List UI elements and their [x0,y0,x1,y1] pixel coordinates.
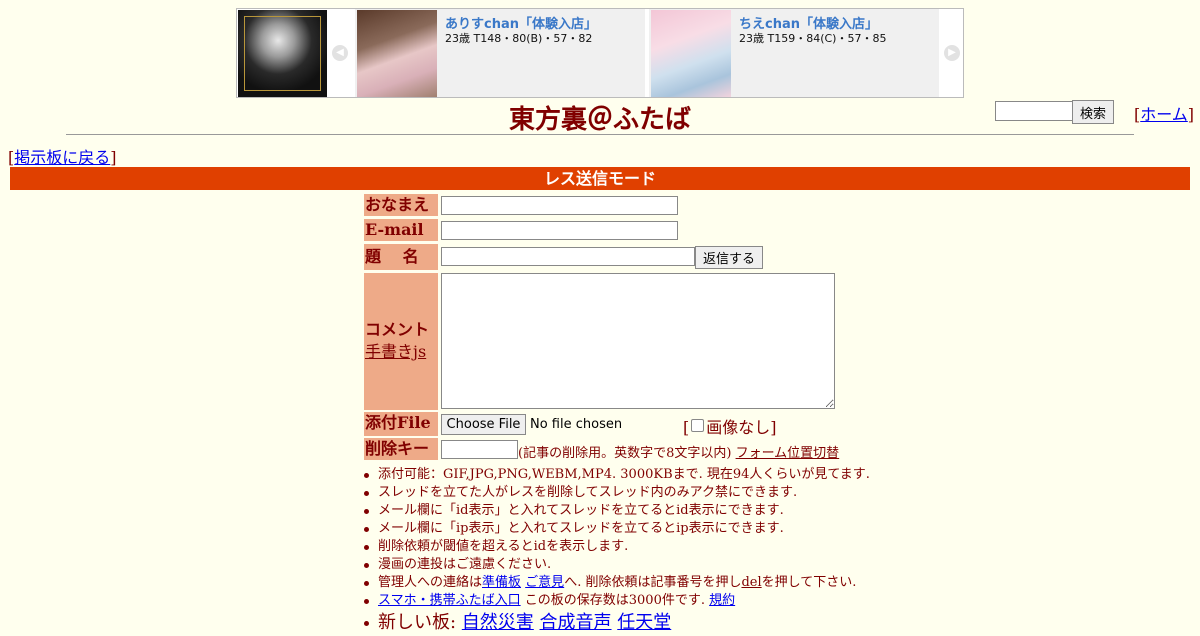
ad-card[interactable]: ありすchan「体験入店」 23歳 T148・80(B)・57・82 [355,9,645,97]
prep-board-link[interactable]: 準備板 [482,575,521,590]
ad-card-detail: 23歳 T159・84(C)・57・85 [739,32,887,45]
file-label: 添付File [364,412,438,436]
list-item: 管理人への連絡は準備板 ご意見へ. 削除依頼は記事番号を押しdelを押して下さい… [362,574,862,592]
rules-link[interactable]: 規約 [709,593,735,608]
delete-key-input[interactable] [441,440,518,459]
submit-reply-button[interactable]: 返信する [695,246,763,269]
delete-key-note-wrapper: (記事の削除用。英数字で8文字以内) フォーム位置切替 [518,442,839,461]
board-notes: 添付可能：GIF,JPG,PNG,WEBM,MP4. 3000KBまで. 現在9… [362,466,870,636]
mobile-entrance-link[interactable]: スマホ・携帯ふたば入口 [378,593,521,608]
chevron-left-icon: ◀ [332,45,348,61]
list-item: 漫画の連投はご遠慮ください. [362,556,862,574]
subject-input[interactable] [441,247,695,266]
comment-label: コメント [365,320,430,339]
list-item: メール欄に「ip表示」と入れてスレッドを立てるとip表示にできます. [362,520,862,538]
list-item: スマホ・携帯ふたば入口 この板の保存数は3000件です. 規約 [362,592,862,610]
note-text: この板の保存数は3000件です. [520,593,705,608]
home-link-wrapper: [ホーム] [1134,101,1194,125]
no-image-option: [ 画像なし] [683,414,777,438]
back-to-board-link[interactable]: 掲示板に戻る [14,148,110,167]
bracket-open: [ [683,418,690,437]
note-text: を押して下さい. [761,575,857,590]
no-image-checkbox[interactable] [691,419,705,432]
divider [66,134,1134,135]
search-input[interactable] [995,101,1075,121]
list-item: メール欄に「id表示」と入れてスレッドを立てるとid表示にできます. [362,502,862,520]
bracket-close: ] [1187,105,1195,124]
reply-mode-bar: レス送信モード [10,167,1190,190]
delete-key-note: (記事の削除用。英数字で8文字以内) [518,446,732,461]
note-text: へ. 削除依頼は記事番号を押し [564,575,742,590]
list-item: 削除依頼が閾値を超えるとidを表示します. [362,538,862,556]
file-status: No file chosen [530,417,623,432]
ad-prev-button[interactable]: ◀ [329,9,351,97]
ad-next-button[interactable]: ▶ [941,9,963,97]
ad-card-photo [651,10,731,97]
subject-label: 題 名 [364,244,438,270]
comment-label-cell: コメント 手書きjs [364,273,438,410]
list-item: 新しい板: 自然災害 合成音声 任天堂 [362,610,862,636]
form-position-toggle-link[interactable]: フォーム位置切替 [736,446,840,461]
list-item: スレッドを立てた人がレスを削除してスレッド内のみアク禁にできます. [362,484,862,502]
chevron-right-icon: ▶ [944,45,960,61]
del-link[interactable]: del [741,575,761,590]
delete-key-label: 削除キー [364,438,438,460]
email-input[interactable] [441,221,678,240]
ad-banner: ◀ ありすchan「体験入店」 23歳 T148・80(B)・57・82 ちえc… [236,8,964,98]
bracket-close: ] [110,148,117,167]
note-text: 管理人への連絡は [378,575,483,590]
ad-card[interactable]: ちえchan「体験入店」 23歳 T159・84(C)・57・85 [649,9,939,97]
ad-card-detail: 23歳 T148・80(B)・57・82 [445,32,593,45]
back-link-wrapper: [掲示板に戻る] [8,144,117,168]
ad-card-photo [357,10,437,97]
feedback-link[interactable]: ご意見 [525,575,564,590]
no-image-label: 画像なし] [706,418,777,437]
name-input[interactable] [441,196,678,215]
name-label: おなまえ [364,194,438,216]
list-item: 添付可能：GIF,JPG,PNG,WEBM,MP4. 3000KBまで. 現在9… [362,466,870,484]
search-button[interactable]: 検索 [1072,100,1114,124]
drawing-js-link[interactable]: 手書きjs [365,342,426,361]
ad-logo-image[interactable] [238,10,327,97]
email-label: E-mail [364,219,438,241]
comment-textarea[interactable] [441,273,835,409]
home-link[interactable]: ホーム [1140,105,1188,124]
choose-file-button[interactable]: Choose File [441,414,526,435]
